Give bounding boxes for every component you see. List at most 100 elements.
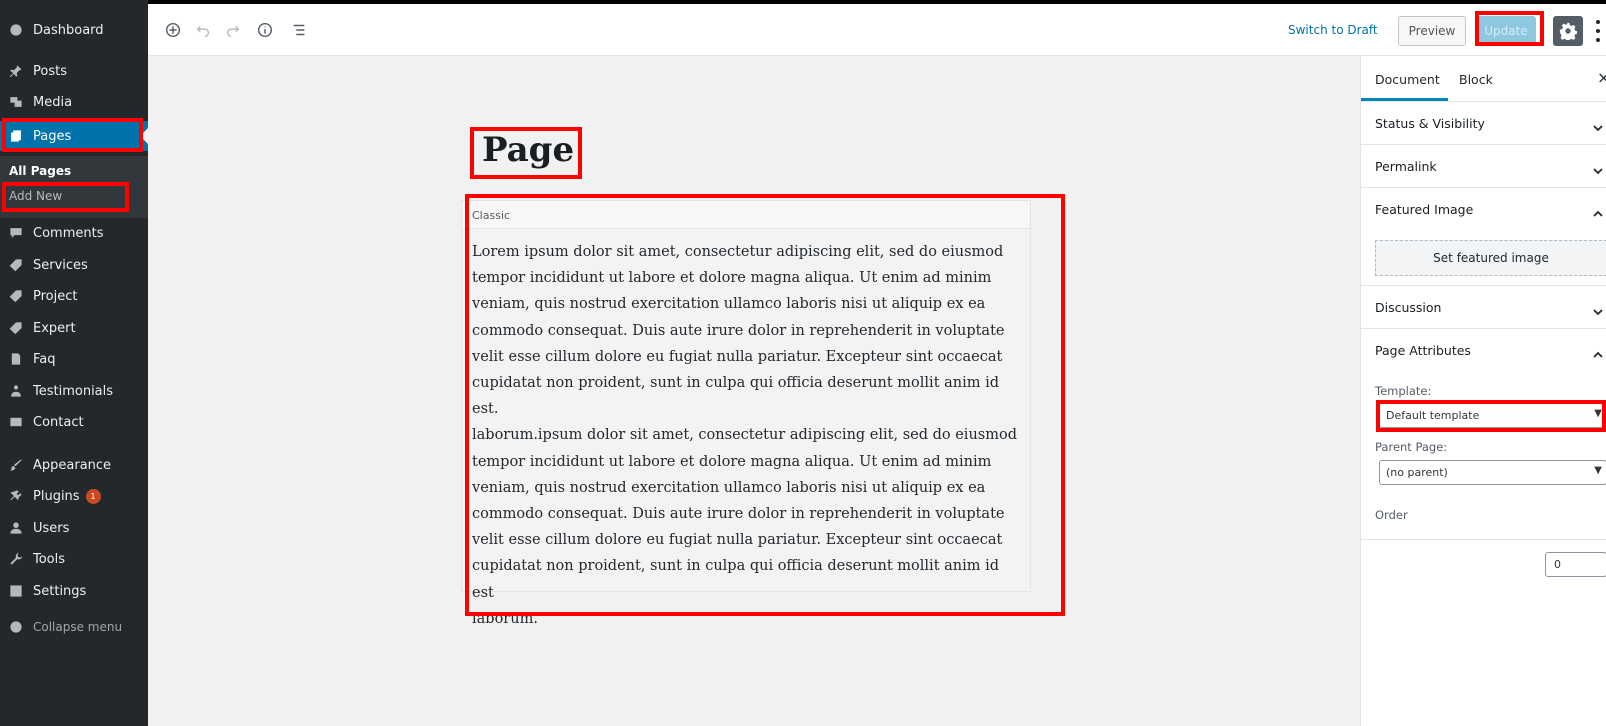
sidebar-item-label: Pages xyxy=(33,128,72,144)
settings-icon xyxy=(9,584,23,598)
active-indicator xyxy=(140,128,148,144)
sidebar-item-settings[interactable]: Settings xyxy=(0,576,148,606)
chevron-down-icon xyxy=(1593,118,1603,132)
plug-icon xyxy=(9,489,23,503)
redo-icon xyxy=(226,25,240,38)
parent-page-select[interactable]: (no parent) ▼ xyxy=(1379,460,1606,485)
tab-block[interactable]: Block xyxy=(1459,72,1493,87)
page-title[interactable]: Page xyxy=(482,130,574,170)
classic-block-content[interactable]: Lorem ipsum dolor sit amet, consectetur … xyxy=(472,239,1024,632)
block-label: Classic xyxy=(462,201,1030,229)
sidebar-item-faq[interactable]: Faq xyxy=(0,344,148,374)
settings-toggle-button[interactable] xyxy=(1553,16,1583,46)
sidebar-item-posts[interactable]: Posts xyxy=(0,56,148,86)
envelope-icon xyxy=(9,415,23,429)
sidebar-item-users[interactable]: Users xyxy=(0,513,148,543)
permalink-title: Permalink xyxy=(1375,159,1437,174)
users-icon xyxy=(9,384,23,398)
discussion-title: Discussion xyxy=(1375,300,1442,315)
sidebar-item-label: Dashboard xyxy=(33,22,104,38)
tab-document[interactable]: Document xyxy=(1375,72,1440,87)
close-icon[interactable]: × xyxy=(1597,68,1606,87)
plugins-update-badge: 1 xyxy=(85,488,101,504)
tag-icon xyxy=(9,258,23,272)
chevron-up-icon[interactable] xyxy=(1593,345,1603,358)
tag-icon xyxy=(9,289,23,303)
classic-block[interactable]: Classic Lorem ipsum dolor sit amet, cons… xyxy=(461,200,1031,627)
set-featured-image-button[interactable]: Set featured image xyxy=(1375,240,1606,276)
collapse-arrow-icon xyxy=(9,620,23,634)
block-navigation-button[interactable] xyxy=(288,19,310,41)
chevron-down-icon xyxy=(1593,161,1603,175)
add-block-button[interactable] xyxy=(162,19,184,41)
parent-page-label: Parent Page: xyxy=(1375,440,1448,454)
sidebar-item-comments[interactable]: Comments xyxy=(0,218,148,248)
sidebar-item-tools[interactable]: Tools xyxy=(0,544,148,574)
sidebar-item-label: Tools xyxy=(33,551,66,567)
sidebar-item-label: Appearance xyxy=(33,457,112,473)
pages-icon xyxy=(9,129,23,143)
parent-page-select-value: (no parent) xyxy=(1386,466,1448,479)
info-icon xyxy=(257,22,273,38)
template-label: Template: xyxy=(1375,384,1432,398)
editor-toolbar: Switch to Draft Preview Update xyxy=(148,4,1606,56)
wrench-icon xyxy=(9,552,23,566)
undo-icon xyxy=(196,25,210,38)
status-visibility-title: Status & Visibility xyxy=(1375,116,1485,131)
permalink-panel[interactable]: Permalink xyxy=(1361,145,1606,188)
content-info-button[interactable] xyxy=(254,19,276,41)
sidebar-item-label: Comments xyxy=(33,225,104,241)
submenu-all-pages[interactable]: All Pages xyxy=(9,164,71,178)
dropdown-arrow-icon: ▼ xyxy=(1594,408,1602,419)
collapse-menu-label: Collapse menu xyxy=(33,620,123,634)
collapse-menu-button[interactable]: Collapse menu xyxy=(0,612,148,642)
redo-button[interactable] xyxy=(222,19,244,41)
undo-button[interactable] xyxy=(192,19,214,41)
sidebar-item-label: Services xyxy=(33,257,88,273)
sidebar-item-label: Contact xyxy=(33,414,84,430)
sidebar-item-dashboard[interactable]: Dashboard xyxy=(0,15,148,45)
sidebar-item-label: Users xyxy=(33,520,70,536)
template-select-value: Default template xyxy=(1386,409,1480,422)
tag-icon xyxy=(9,321,23,335)
dropdown-arrow-icon: ▼ xyxy=(1594,465,1602,476)
chevron-up-icon[interactable] xyxy=(1593,204,1603,217)
pages-submenu: All Pages Add New xyxy=(0,156,148,218)
order-input[interactable]: 0 xyxy=(1545,552,1606,577)
more-options-button[interactable] xyxy=(1594,18,1602,44)
page-attributes-title[interactable]: Page Attributes xyxy=(1375,343,1471,358)
dashboard-icon xyxy=(9,23,23,37)
sidebar-item-label: Settings xyxy=(33,583,87,599)
active-tab-indicator xyxy=(1361,98,1448,101)
sidebar-item-services[interactable]: Services xyxy=(0,250,148,280)
sidebar-item-label: Plugins xyxy=(33,488,80,504)
sidebar-item-label: Posts xyxy=(33,63,67,79)
discussion-panel[interactable]: Discussion xyxy=(1361,286,1606,329)
sidebar-item-media[interactable]: Media xyxy=(0,87,148,117)
sidebar-item-appearance[interactable]: Appearance xyxy=(0,450,148,480)
featured-image-title[interactable]: Featured Image xyxy=(1375,202,1473,217)
plus-circle-icon xyxy=(165,22,181,38)
sidebar-item-expert[interactable]: Expert xyxy=(0,313,148,343)
comment-icon xyxy=(9,226,23,240)
preview-button[interactable]: Preview xyxy=(1398,16,1466,46)
sidebar-item-label: Expert xyxy=(33,320,76,336)
sidebar-item-contact[interactable]: Contact xyxy=(0,407,148,437)
update-button[interactable]: Update xyxy=(1476,16,1536,46)
sidebar-item-plugins[interactable]: Plugins 1 xyxy=(0,481,148,511)
sidebar-item-label: Faq xyxy=(33,351,56,367)
editor-canvas: Page Classic Lorem ipsum dolor sit amet,… xyxy=(148,56,1360,726)
sidebar-item-pages[interactable]: Pages xyxy=(0,121,148,151)
chevron-down-icon xyxy=(1593,302,1603,316)
sidebar-item-project[interactable]: Project xyxy=(0,281,148,311)
status-visibility-panel[interactable]: Status & Visibility xyxy=(1361,102,1606,145)
brush-icon xyxy=(9,458,23,472)
switch-to-draft-link[interactable]: Switch to Draft xyxy=(1288,23,1378,37)
admin-sidebar: Dashboard Posts Media Pages All Pages Ad… xyxy=(0,0,148,726)
sidebar-tabs: Document Block × xyxy=(1361,56,1606,102)
sidebar-item-testimonials[interactable]: Testimonials xyxy=(0,376,148,406)
submenu-add-new[interactable]: Add New xyxy=(9,189,62,203)
sidebar-item-label: Project xyxy=(33,288,78,304)
template-select[interactable]: Default template ▼ xyxy=(1379,403,1606,428)
user-icon xyxy=(9,521,23,535)
